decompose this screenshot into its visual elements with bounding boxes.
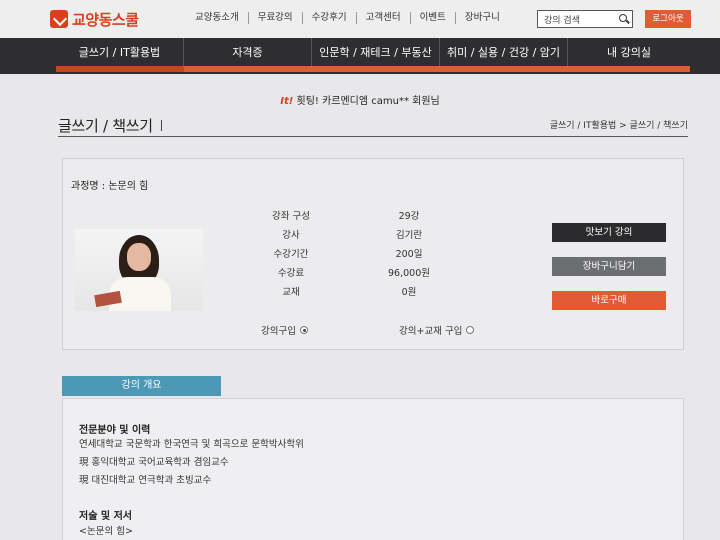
preview-lecture-button[interactable]: 맛보기 강의	[552, 223, 666, 242]
info-value: 96,000원	[388, 268, 430, 279]
info-label: 강사	[282, 230, 300, 241]
search-placeholder: 강의 검색	[544, 15, 580, 26]
book-line: <논문의 힘>	[79, 526, 133, 537]
info-label: 강좌 구성	[272, 211, 310, 222]
topnav-item-events[interactable]: 이벤트	[411, 12, 456, 24]
option-lecture-book-label: 강의+교재 구입	[399, 326, 463, 337]
info-value: 0원	[401, 287, 417, 298]
info-row: 강좌 구성 29강	[243, 207, 503, 226]
logout-button[interactable]: 로그아웃	[645, 10, 691, 28]
topnav-item-reviews[interactable]: 수강후기	[303, 12, 357, 24]
topnav-item-free-lectures[interactable]: 무료강의	[249, 12, 303, 24]
overview-panel: 전문분야 및 이력 연세대학교 국문학과 한국연극 및 희곡으로 문학박사학위 …	[62, 398, 684, 540]
career-line: 現 대진대학교 연극학과 초빙교수	[79, 475, 212, 486]
mainnav-item-my-classroom[interactable]: 내 강의실	[568, 38, 690, 68]
option-lecture-book[interactable]: 강의+교재 구입	[399, 323, 475, 337]
breadcrumb[interactable]: 글쓰기 / IT활용법 > 글쓰기 / 책쓰기	[550, 118, 688, 131]
title-rule	[58, 136, 688, 137]
page-title: 글쓰기 / 책쓰기	[58, 115, 162, 136]
career-line: 연세대학교 국문학과 한국연극 및 희곡으로 문학박사학위	[79, 439, 304, 450]
mainnav-item-writing-it[interactable]: 글쓰기 / IT활용법	[56, 38, 184, 68]
info-label: 수강료	[277, 268, 305, 279]
info-row: 교재 0원	[243, 283, 503, 302]
career-line: 現 홍익대학교 국어교육학과 겸임교수	[79, 457, 229, 468]
topnav-item-cart[interactable]: 장바구니	[456, 12, 509, 24]
search-icon[interactable]	[619, 14, 627, 22]
logo-icon	[50, 10, 68, 28]
section-career-title: 전문분야 및 이력	[79, 425, 151, 436]
top-header: 교양동스쿨 교양동소개 무료강의 수강후기 고객센터 이벤트 장바구니 강의 검…	[0, 0, 720, 38]
info-label: 수강기간	[273, 249, 309, 260]
welcome-text: 횟팅! 카르멘디엠 camu** 회원님	[296, 96, 440, 107]
main-nav: 글쓰기 / IT활용법 자격증 인문학 / 재테크 / 부동산 취미 / 실용 …	[0, 38, 720, 74]
tab-overview[interactable]: 강의 개요	[62, 376, 221, 396]
info-row: 수강기간 200일	[243, 245, 503, 264]
add-to-cart-button[interactable]: 장바구니담기	[552, 257, 666, 276]
course-info-table: 강좌 구성 29강 강사 김기란 수강기간 200일 수강료 96,000원 교…	[243, 207, 503, 302]
radio-lecture-book[interactable]	[466, 326, 475, 334]
info-value: 200일	[395, 249, 423, 260]
info-label: 교재	[282, 287, 300, 298]
option-lecture-label: 강의구입	[261, 326, 296, 337]
radio-lecture[interactable]	[299, 326, 308, 334]
nav-active-indicator	[56, 66, 184, 72]
top-nav: 교양동소개 무료강의 수강후기 고객센터 이벤트 장바구니	[186, 12, 509, 24]
welcome-prefix: It!	[280, 96, 294, 107]
logo-text: 교양동스쿨	[72, 10, 139, 29]
course-panel: 과정명 : 논문의 힘 강좌 구성 29강 강사 김기란 수강기간 200일 수…	[62, 158, 684, 350]
info-row: 강사 김기란	[243, 226, 503, 245]
page-title-text: 글쓰기 / 책쓰기	[58, 117, 153, 135]
info-value: 김기란	[395, 230, 423, 241]
search-input[interactable]: 강의 검색	[537, 10, 633, 28]
nav-accent-bar	[56, 66, 690, 72]
info-row: 수강료 96,000원	[243, 264, 503, 283]
topnav-item-about[interactable]: 교양동소개	[186, 12, 249, 24]
info-value: 29강	[398, 211, 420, 222]
section-books-title: 저술 및 저서	[79, 511, 132, 522]
welcome-message: It! 횟팅! 카르멘디엠 camu** 회원님	[0, 92, 720, 107]
instructor-photo	[75, 229, 203, 311]
mainnav-item-hobby[interactable]: 취미 / 실용 / 건강 / 암기	[440, 38, 568, 68]
course-name: 과정명 : 논문의 힘	[71, 181, 149, 192]
option-lecture[interactable]: 강의구입	[261, 323, 308, 337]
title-divider	[160, 120, 162, 131]
buy-now-button[interactable]: 바로구매	[552, 291, 666, 310]
mainnav-item-certificates[interactable]: 자격증	[184, 38, 312, 68]
mainnav-item-humanities[interactable]: 인문학 / 재테크 / 부동산	[312, 38, 440, 68]
site-logo[interactable]: 교양동스쿨	[50, 8, 139, 30]
topnav-item-customer-center[interactable]: 고객센터	[357, 12, 411, 24]
